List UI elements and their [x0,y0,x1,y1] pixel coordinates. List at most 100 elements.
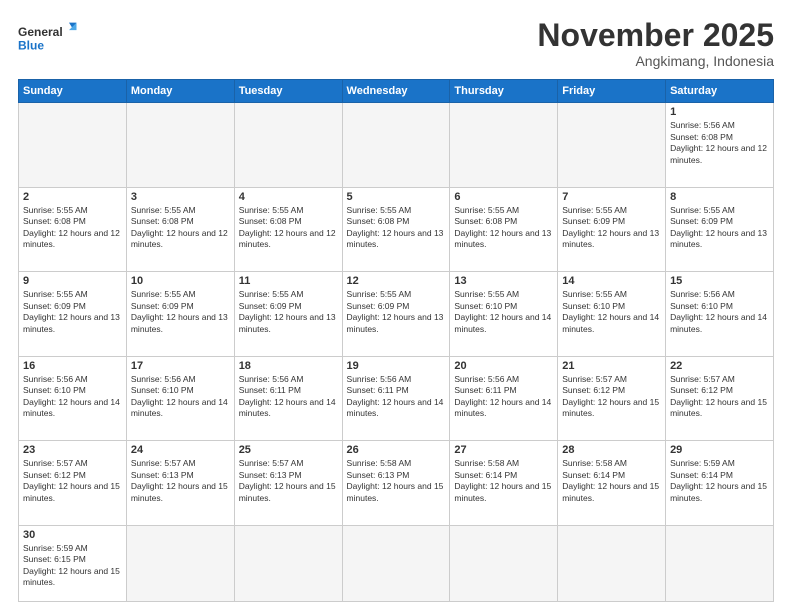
calendar-header-row: Sunday Monday Tuesday Wednesday Thursday… [19,80,774,103]
day-info: Sunrise: 5:55 AMSunset: 6:09 PMDaylight:… [131,289,230,335]
day-info: Sunrise: 5:55 AMSunset: 6:08 PMDaylight:… [131,205,230,251]
table-row [342,103,450,187]
day-number: 5 [347,191,446,203]
table-row [450,525,558,601]
day-info: Sunrise: 5:55 AMSunset: 6:09 PMDaylight:… [670,205,769,251]
title-block: November 2025 Angkimang, Indonesia [537,18,774,69]
calendar-week-row: 16 Sunrise: 5:56 AMSunset: 6:10 PMDaylig… [19,356,774,440]
day-info: Sunrise: 5:58 AMSunset: 6:13 PMDaylight:… [347,458,446,504]
table-row: 7 Sunrise: 5:55 AMSunset: 6:09 PMDayligh… [558,187,666,271]
table-row [126,103,234,187]
table-row: 12 Sunrise: 5:55 AMSunset: 6:09 PMDaylig… [342,272,450,356]
day-info: Sunrise: 5:56 AMSunset: 6:08 PMDaylight:… [670,120,769,166]
table-row [234,525,342,601]
day-info: Sunrise: 5:55 AMSunset: 6:08 PMDaylight:… [347,205,446,251]
day-info: Sunrise: 5:55 AMSunset: 6:08 PMDaylight:… [23,205,122,251]
day-info: Sunrise: 5:56 AMSunset: 6:10 PMDaylight:… [131,374,230,420]
day-number: 1 [670,106,769,118]
day-info: Sunrise: 5:57 AMSunset: 6:12 PMDaylight:… [670,374,769,420]
day-info: Sunrise: 5:55 AMSunset: 6:08 PMDaylight:… [454,205,553,251]
header: General Blue November 2025 Angkimang, In… [18,18,774,69]
svg-text:Blue: Blue [18,39,44,53]
table-row: 6 Sunrise: 5:55 AMSunset: 6:08 PMDayligh… [450,187,558,271]
table-row: 8 Sunrise: 5:55 AMSunset: 6:09 PMDayligh… [666,187,774,271]
day-info: Sunrise: 5:55 AMSunset: 6:10 PMDaylight:… [454,289,553,335]
table-row: 3 Sunrise: 5:55 AMSunset: 6:08 PMDayligh… [126,187,234,271]
col-thursday: Thursday [450,80,558,103]
day-info: Sunrise: 5:56 AMSunset: 6:11 PMDaylight:… [454,374,553,420]
table-row: 17 Sunrise: 5:56 AMSunset: 6:10 PMDaylig… [126,356,234,440]
day-info: Sunrise: 5:56 AMSunset: 6:10 PMDaylight:… [670,289,769,335]
table-row: 5 Sunrise: 5:55 AMSunset: 6:08 PMDayligh… [342,187,450,271]
table-row [234,103,342,187]
table-row: 4 Sunrise: 5:55 AMSunset: 6:08 PMDayligh… [234,187,342,271]
day-info: Sunrise: 5:55 AMSunset: 6:09 PMDaylight:… [562,205,661,251]
calendar-week-row: 30 Sunrise: 5:59 AMSunset: 6:15 PMDaylig… [19,525,774,601]
table-row: 11 Sunrise: 5:55 AMSunset: 6:09 PMDaylig… [234,272,342,356]
day-number: 18 [239,360,338,372]
day-info: Sunrise: 5:56 AMSunset: 6:11 PMDaylight:… [239,374,338,420]
table-row [19,103,127,187]
day-info: Sunrise: 5:55 AMSunset: 6:10 PMDaylight:… [562,289,661,335]
day-number: 21 [562,360,661,372]
day-number: 15 [670,275,769,287]
day-number: 19 [347,360,446,372]
day-info: Sunrise: 5:59 AMSunset: 6:14 PMDaylight:… [670,458,769,504]
day-info: Sunrise: 5:55 AMSunset: 6:09 PMDaylight:… [239,289,338,335]
table-row: 29 Sunrise: 5:59 AMSunset: 6:14 PMDaylig… [666,441,774,525]
col-friday: Friday [558,80,666,103]
day-number: 22 [670,360,769,372]
table-row [558,525,666,601]
table-row: 22 Sunrise: 5:57 AMSunset: 6:12 PMDaylig… [666,356,774,440]
table-row: 16 Sunrise: 5:56 AMSunset: 6:10 PMDaylig… [19,356,127,440]
day-info: Sunrise: 5:55 AMSunset: 6:09 PMDaylight:… [347,289,446,335]
day-number: 28 [562,444,661,456]
table-row: 19 Sunrise: 5:56 AMSunset: 6:11 PMDaylig… [342,356,450,440]
month-year: November 2025 [537,18,774,53]
table-row: 14 Sunrise: 5:55 AMSunset: 6:10 PMDaylig… [558,272,666,356]
day-info: Sunrise: 5:55 AMSunset: 6:08 PMDaylight:… [239,205,338,251]
col-wednesday: Wednesday [342,80,450,103]
day-number: 11 [239,275,338,287]
col-sunday: Sunday [19,80,127,103]
col-tuesday: Tuesday [234,80,342,103]
day-info: Sunrise: 5:57 AMSunset: 6:13 PMDaylight:… [239,458,338,504]
day-number: 29 [670,444,769,456]
day-number: 17 [131,360,230,372]
day-number: 9 [23,275,122,287]
day-info: Sunrise: 5:59 AMSunset: 6:15 PMDaylight:… [23,543,122,589]
table-row [666,525,774,601]
day-number: 27 [454,444,553,456]
col-saturday: Saturday [666,80,774,103]
day-number: 16 [23,360,122,372]
table-row: 18 Sunrise: 5:56 AMSunset: 6:11 PMDaylig… [234,356,342,440]
table-row: 20 Sunrise: 5:56 AMSunset: 6:11 PMDaylig… [450,356,558,440]
table-row [126,525,234,601]
table-row: 27 Sunrise: 5:58 AMSunset: 6:14 PMDaylig… [450,441,558,525]
calendar-week-row: 9 Sunrise: 5:55 AMSunset: 6:09 PMDayligh… [19,272,774,356]
day-number: 4 [239,191,338,203]
day-number: 20 [454,360,553,372]
calendar-week-row: 1 Sunrise: 5:56 AMSunset: 6:08 PMDayligh… [19,103,774,187]
calendar-week-row: 23 Sunrise: 5:57 AMSunset: 6:12 PMDaylig… [19,441,774,525]
day-info: Sunrise: 5:57 AMSunset: 6:12 PMDaylight:… [23,458,122,504]
calendar-week-row: 2 Sunrise: 5:55 AMSunset: 6:08 PMDayligh… [19,187,774,271]
table-row [558,103,666,187]
table-row: 23 Sunrise: 5:57 AMSunset: 6:12 PMDaylig… [19,441,127,525]
day-number: 30 [23,529,122,541]
svg-text:General: General [18,25,63,39]
day-info: Sunrise: 5:57 AMSunset: 6:12 PMDaylight:… [562,374,661,420]
day-number: 10 [131,275,230,287]
day-number: 8 [670,191,769,203]
day-number: 2 [23,191,122,203]
table-row: 21 Sunrise: 5:57 AMSunset: 6:12 PMDaylig… [558,356,666,440]
col-monday: Monday [126,80,234,103]
day-info: Sunrise: 5:56 AMSunset: 6:10 PMDaylight:… [23,374,122,420]
day-number: 7 [562,191,661,203]
day-info: Sunrise: 5:58 AMSunset: 6:14 PMDaylight:… [454,458,553,504]
day-number: 3 [131,191,230,203]
day-info: Sunrise: 5:58 AMSunset: 6:14 PMDaylight:… [562,458,661,504]
day-number: 6 [454,191,553,203]
location: Angkimang, Indonesia [537,53,774,69]
day-number: 13 [454,275,553,287]
